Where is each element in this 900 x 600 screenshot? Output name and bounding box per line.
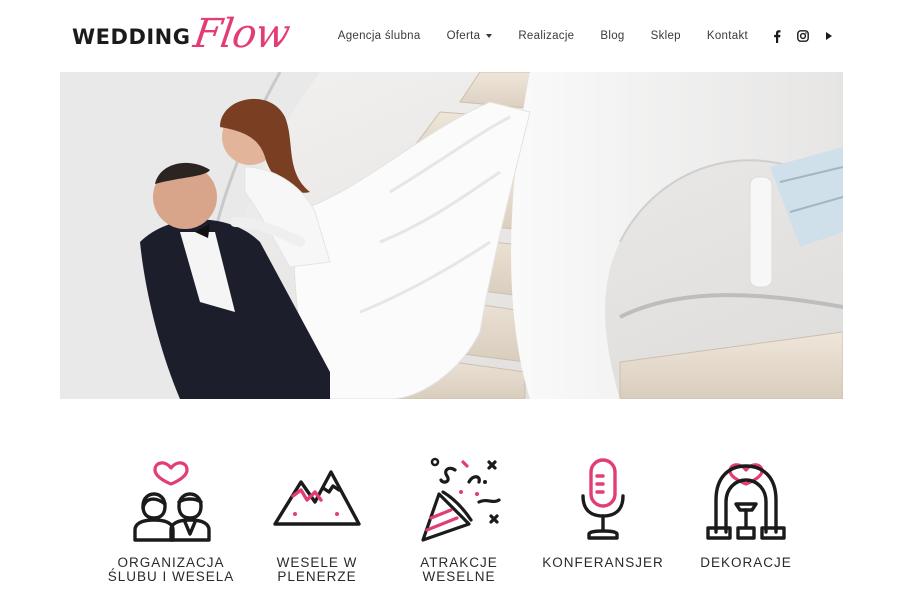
mountains-icon bbox=[273, 470, 361, 526]
instagram-icon[interactable] bbox=[796, 29, 810, 43]
service-plener[interactable]: WESELE W PLENERZE bbox=[242, 452, 392, 584]
chevron-down-icon bbox=[486, 34, 493, 38]
service-label: ORGANIZACJA ŚLUBU I WESELA bbox=[107, 555, 235, 584]
nav-item-label: Blog bbox=[600, 30, 625, 42]
nav-item-label: Sklep bbox=[650, 30, 681, 42]
wedding-arch-icon bbox=[706, 463, 786, 540]
service-label: WESELE W PLENERZE bbox=[276, 555, 358, 584]
play-icon[interactable] bbox=[822, 29, 836, 43]
nav-item-oferta[interactable]: Oferta bbox=[447, 30, 493, 42]
nav-item-realizacje[interactable]: Realizacje bbox=[518, 30, 574, 42]
nav-item-sklep[interactable]: Sklep bbox=[651, 30, 681, 42]
hero-illustration bbox=[60, 72, 843, 399]
services-section: ORGANIZACJA ŚLUBU I WESELA WESELE W PLEN… bbox=[96, 452, 796, 592]
facebook-icon[interactable] bbox=[770, 29, 784, 43]
service-label: KONFERANSJER bbox=[542, 555, 664, 570]
service-dekoracje[interactable]: DEKORACJE bbox=[671, 452, 821, 570]
logo-script: Flow bbox=[190, 11, 292, 57]
service-organizacja[interactable]: ORGANIZACJA ŚLUBU I WESELA bbox=[96, 452, 246, 584]
nav-item-label: Agencja ślubna bbox=[337, 30, 421, 42]
hero-image bbox=[60, 72, 843, 399]
couple-heart-icon bbox=[133, 461, 211, 542]
service-konferansjer[interactable]: KONFERANSJER bbox=[528, 452, 678, 570]
nav-item-agencja[interactable]: Agencja ślubna bbox=[338, 30, 421, 42]
service-label: ATRAKCJE WESELNE bbox=[420, 555, 498, 584]
microphone-icon bbox=[581, 458, 625, 540]
nav-item-label: Kontakt bbox=[706, 30, 748, 42]
nav-item-blog[interactable]: Blog bbox=[600, 30, 624, 42]
party-popper-icon bbox=[421, 457, 501, 542]
main-nav: Agencja ślubna Oferta Realizacje Blog Sk… bbox=[338, 26, 836, 46]
site-header: WEDDING Flow Agencja ślubna Oferta Reali… bbox=[0, 0, 900, 72]
nav-item-kontakt[interactable]: Kontakt bbox=[707, 30, 748, 42]
logo-wordmark: WEDDING bbox=[72, 25, 191, 49]
nav-item-label: Oferta bbox=[446, 30, 481, 42]
site-logo[interactable]: WEDDING Flow bbox=[72, 10, 292, 64]
service-label: DEKORACJE bbox=[700, 555, 792, 570]
service-atrakcje[interactable]: ATRAKCJE WESELNE bbox=[384, 452, 534, 584]
nav-item-label: Realizacje bbox=[518, 30, 575, 42]
social-links bbox=[770, 29, 836, 43]
